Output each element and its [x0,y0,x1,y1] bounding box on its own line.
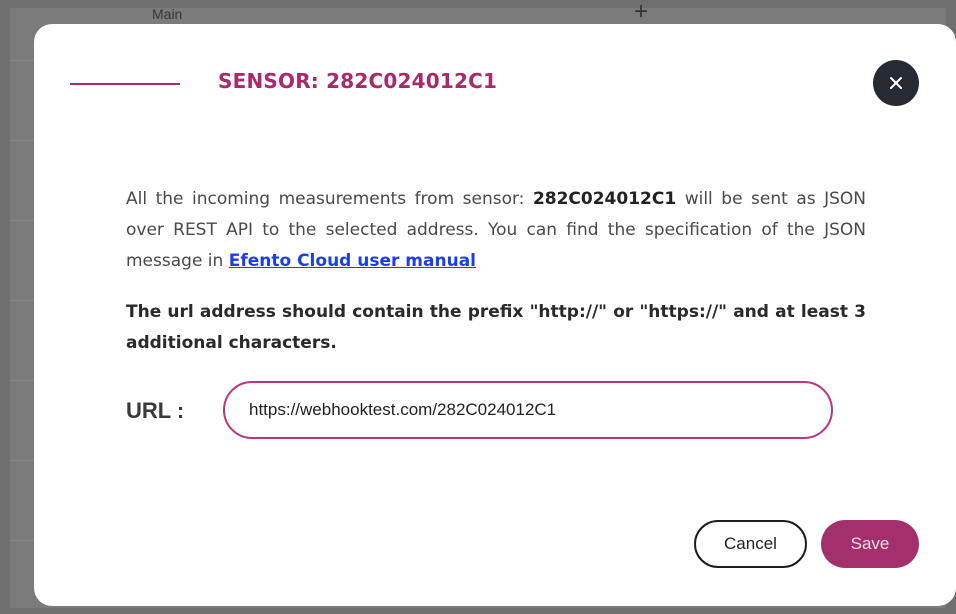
background-tab-label: Main [152,6,183,22]
user-manual-link[interactable]: Efento Cloud user manual [229,251,476,271]
url-input[interactable] [223,381,833,439]
plus-icon: + [634,0,649,25]
close-icon [890,77,902,89]
dialog-title: SENSOR: 282C024012C1 [218,69,498,93]
url-requirement-note: The url address should contain the prefi… [126,302,866,353]
save-button[interactable]: Save [821,520,919,568]
title-decoration-line [70,83,180,85]
description-text: All the incoming measurements from senso… [126,189,533,209]
cancel-button[interactable]: Cancel [694,520,807,568]
dialog-description: All the incoming measurements from senso… [126,184,866,277]
close-button[interactable] [873,60,919,106]
sensor-id: 282C024012C1 [532,189,677,209]
webhook-dialog: SENSOR: 282C024012C1 All the incoming me… [34,24,956,606]
url-label: URL : [126,398,185,423]
